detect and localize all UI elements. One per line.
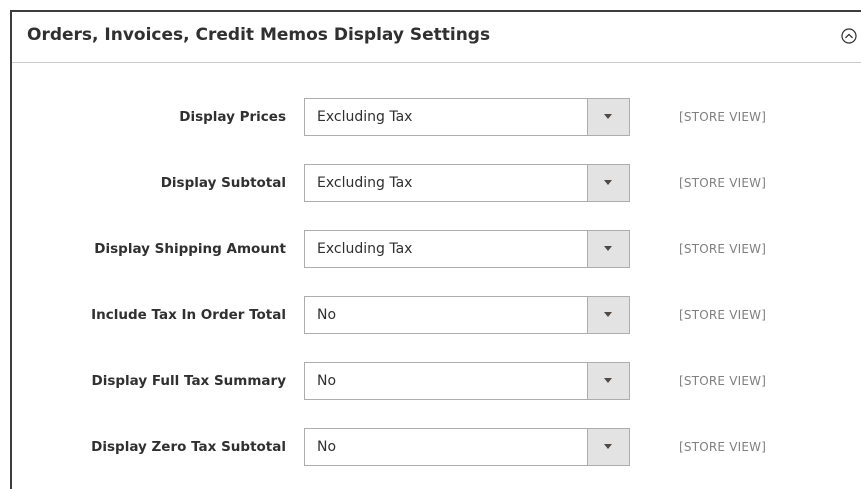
caret-down-icon (604, 246, 612, 251)
settings-row-display-prices: Display Prices Excluding Tax [STORE VIEW… (12, 98, 852, 138)
scope-label: [STORE VIEW] (679, 308, 767, 322)
settings-row-display-shipping-amount: Display Shipping Amount Excluding Tax [S… (12, 230, 852, 270)
scope-label: [STORE VIEW] (679, 440, 767, 454)
select-value: No (317, 373, 337, 389)
caret-down-icon (604, 312, 612, 317)
settings-row-display-zero-tax-subtotal: Display Zero Tax Subtotal No [STORE VIEW… (12, 428, 852, 468)
scope-label: [STORE VIEW] (679, 176, 767, 190)
display-zero-tax-subtotal-select[interactable]: No (304, 428, 630, 466)
field-label: Display Zero Tax Subtotal (91, 439, 286, 455)
display-shipping-amount-select[interactable]: Excluding Tax (304, 230, 630, 268)
caret-down-icon (604, 444, 612, 449)
select-arrow-button[interactable] (587, 165, 629, 201)
caret-down-icon (604, 114, 612, 119)
display-full-tax-summary-select[interactable]: No (304, 362, 630, 400)
settings-row-display-full-tax-summary: Display Full Tax Summary No [STORE VIEW] (12, 362, 852, 402)
include-tax-in-order-total-select[interactable]: No (304, 296, 630, 334)
select-arrow-button[interactable] (587, 297, 629, 333)
settings-panel: Orders, Invoices, Credit Memos Display S… (10, 10, 861, 489)
select-value: No (317, 439, 337, 455)
select-arrow-button[interactable] (587, 429, 629, 465)
select-arrow-button[interactable] (587, 99, 629, 135)
section-title[interactable]: Orders, Invoices, Credit Memos Display S… (27, 25, 490, 45)
section-header[interactable]: Orders, Invoices, Credit Memos Display S… (12, 12, 861, 63)
caret-down-icon (604, 378, 612, 383)
field-label: Display Full Tax Summary (91, 373, 287, 389)
scope-label: [STORE VIEW] (679, 242, 767, 256)
scope-label: [STORE VIEW] (679, 110, 767, 124)
display-prices-select[interactable]: Excluding Tax (304, 98, 630, 136)
select-value: Excluding Tax (317, 175, 413, 191)
field-label: Display Shipping Amount (94, 241, 286, 257)
select-value: Excluding Tax (317, 109, 413, 125)
chevron-up-circle-icon[interactable] (841, 28, 857, 44)
field-label: Include Tax In Order Total (91, 307, 286, 323)
caret-down-icon (604, 180, 612, 185)
settings-row-include-tax-in-order-total: Include Tax In Order Total No [STORE VIE… (12, 296, 852, 336)
field-label: Display Subtotal (160, 175, 286, 191)
display-subtotal-select[interactable]: Excluding Tax (304, 164, 630, 202)
select-arrow-button[interactable] (587, 363, 629, 399)
select-value: No (317, 307, 337, 323)
select-value: Excluding Tax (317, 241, 413, 257)
settings-row-display-subtotal: Display Subtotal Excluding Tax [STORE VI… (12, 164, 852, 204)
field-label: Display Prices (179, 109, 286, 125)
select-arrow-button[interactable] (587, 231, 629, 267)
scope-label: [STORE VIEW] (679, 374, 767, 388)
